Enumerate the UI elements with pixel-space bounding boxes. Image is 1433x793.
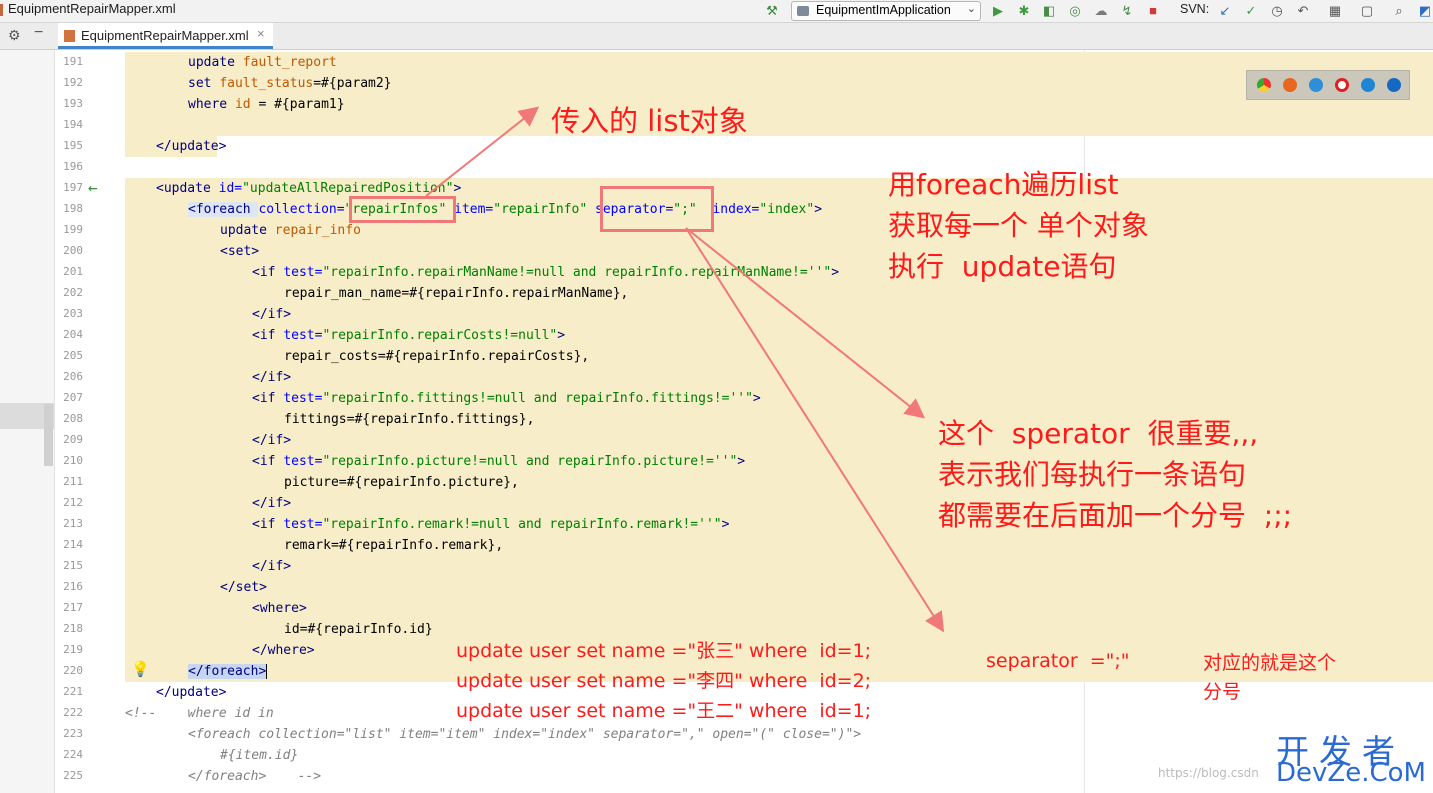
watermark-url: https://blog.csdn (1158, 766, 1259, 780)
annotation-separator-1: 这个 sperator 很重要,,, (938, 417, 1259, 450)
sql-example-1: update user set name ="张三" where id=1; (456, 640, 872, 662)
annotation-list-object: 传入的 list对象 (551, 104, 748, 138)
annotation-separator-eq: separator =";" (986, 650, 1130, 672)
sql-example-2: update user set name ="李四" where id=2; (456, 670, 872, 692)
annotation-corresponds-2: 分号 (1203, 681, 1242, 703)
annotation-foreach-1: 用foreach遍历list (888, 168, 1119, 201)
watermark-logo-domain: DevZe.CoM (1276, 758, 1426, 788)
annotation-separator-2: 表示我们每执行一条语句 (938, 458, 1247, 491)
sql-example-3: update user set name ="王二" where id=1; (456, 700, 872, 722)
annotation-foreach-2: 获取每一个 单个对象 (888, 209, 1149, 242)
annotation-separator-3: 都需要在后面加一个分号 ;;; (938, 499, 1293, 532)
annotation-corresponds-1: 对应的就是这个 (1203, 652, 1337, 674)
annotation-foreach-3: 执行 update语句 (888, 250, 1117, 283)
